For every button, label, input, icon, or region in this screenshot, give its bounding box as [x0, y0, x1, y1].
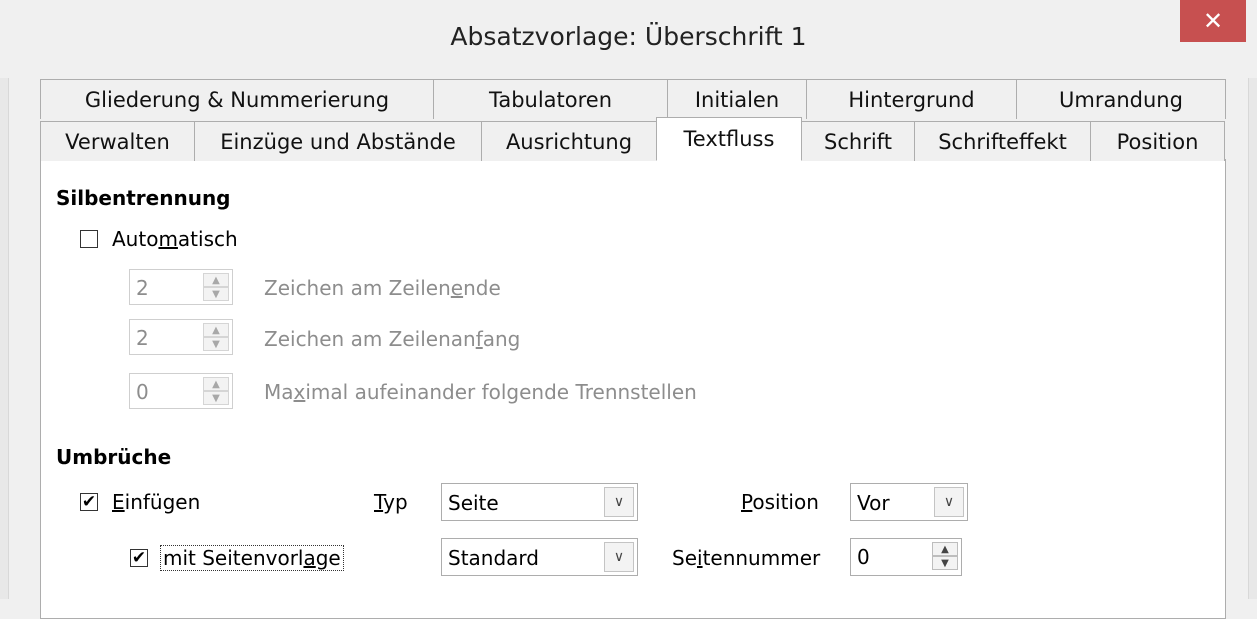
tab-row-2: Verwalten Einzüge und Abstände Ausrichtu… — [40, 117, 1225, 161]
tab-label: Gliederung & Nummerierung — [84, 87, 390, 112]
page-number-label: Seitennummer — [672, 546, 821, 570]
tab-label: Schrifteffekt — [938, 129, 1067, 154]
spin-up-icon[interactable]: ▲ — [203, 323, 229, 337]
type-label: Typ — [374, 490, 408, 514]
spin-down-icon[interactable]: ▼ — [203, 337, 229, 351]
type-value: Seite — [448, 491, 499, 515]
insert-checkbox[interactable]: ✔ — [80, 493, 98, 511]
with-page-style-label: mit Seitenvorlage — [160, 545, 344, 571]
chars-line-begin-label: Zeichen am Zeilenanfang — [264, 327, 521, 351]
tab-label: Umrandung — [1059, 87, 1183, 112]
chars-line-begin-spinner[interactable]: 2 ▲ ▼ — [129, 319, 233, 355]
title-bar: Absatzvorlage: Überschrift 1 ✕ — [0, 0, 1257, 78]
chars-line-end-value: 2 — [136, 276, 149, 300]
tab-umrandung[interactable]: Umrandung — [1016, 79, 1226, 119]
insert-label: Einfügen — [112, 490, 201, 514]
tab-label: Einzüge und Abstände — [220, 129, 456, 154]
page-number-spinner[interactable]: 0 ▲ ▼ — [850, 538, 962, 576]
tab-textfluss[interactable]: Textfluss — [656, 117, 802, 161]
tab-label: Position — [1116, 129, 1199, 154]
tab-tabulatoren[interactable]: Tabulatoren — [433, 79, 668, 119]
tab-row-1: Gliederung & Nummerierung Tabulatoren In… — [40, 79, 1226, 119]
max-consecutive-value: 0 — [136, 380, 149, 404]
window-border-left — [0, 0, 9, 599]
max-consecutive-spinner[interactable]: 0 ▲ ▼ — [129, 373, 233, 409]
tab-hintergrund[interactable]: Hintergrund — [806, 79, 1017, 119]
chars-line-begin-value: 2 — [136, 326, 149, 350]
page-style-dropdown[interactable]: Standard ∨ — [441, 538, 638, 576]
checkmark-icon: ✔ — [131, 547, 147, 568]
tab-label: Ausrichtung — [505, 129, 633, 154]
page-style-value: Standard — [448, 546, 539, 570]
tab-label: Hintergrund — [848, 87, 975, 112]
close-icon: ✕ — [1202, 7, 1224, 35]
tab-schrifteffekt[interactable]: Schrifteffekt — [914, 121, 1091, 161]
spin-up-icon[interactable]: ▲ — [203, 273, 229, 287]
tab-label: Schrift — [824, 129, 892, 154]
tab-label: Textfluss — [683, 127, 775, 151]
tab-schrift[interactable]: Schrift — [801, 121, 915, 161]
chars-line-end-label: Zeichen am Zeilenende — [264, 276, 501, 300]
tab-verwalten[interactable]: Verwalten — [40, 121, 195, 161]
close-button[interactable]: ✕ — [1180, 0, 1246, 42]
tab-label: Initialen — [694, 87, 780, 112]
tab-einzuege-abstaende[interactable]: Einzüge und Abstände — [194, 121, 482, 161]
max-consecutive-label: Maximal aufeinander folgende Trennstelle… — [264, 380, 697, 404]
with-page-style-checkbox[interactable]: ✔ — [130, 549, 148, 567]
spin-up-icon[interactable]: ▲ — [203, 377, 229, 391]
tab-ausrichtung[interactable]: Ausrichtung — [481, 121, 657, 161]
chars-line-end-spinner[interactable]: 2 ▲ ▼ — [129, 269, 233, 305]
type-dropdown[interactable]: Seite ∨ — [441, 483, 638, 521]
position-value: Vor — [857, 491, 890, 515]
spin-down-icon[interactable]: ▼ — [203, 287, 229, 301]
window-title: Absatzvorlage: Überschrift 1 — [450, 22, 807, 51]
section-heading-hyphenation: Silbentrennung — [56, 186, 231, 210]
page-number-value: 0 — [857, 545, 870, 569]
automatic-label: Automatisch — [112, 227, 238, 251]
position-dropdown[interactable]: Vor ∨ — [850, 483, 968, 521]
checkmark-icon: ✔ — [81, 491, 97, 512]
tab-label: Tabulatoren — [488, 87, 613, 112]
spin-down-icon[interactable]: ▼ — [203, 391, 229, 405]
spin-up-icon[interactable]: ▲ — [932, 542, 958, 556]
tab-initialen[interactable]: Initialen — [667, 79, 807, 119]
chevron-down-icon[interactable]: ∨ — [604, 487, 634, 517]
tab-label: Verwalten — [65, 129, 170, 154]
tab-gliederung-nummerierung[interactable]: Gliederung & Nummerierung — [40, 79, 434, 119]
chevron-down-icon[interactable]: ∨ — [604, 542, 634, 572]
position-label: Position — [741, 490, 819, 514]
tab-position[interactable]: Position — [1090, 121, 1225, 161]
automatic-checkbox[interactable] — [80, 230, 98, 248]
chevron-down-icon[interactable]: ∨ — [934, 487, 964, 517]
section-heading-breaks: Umbrüche — [56, 445, 172, 469]
window-border-right — [1248, 0, 1257, 599]
spin-down-icon[interactable]: ▼ — [932, 556, 958, 570]
